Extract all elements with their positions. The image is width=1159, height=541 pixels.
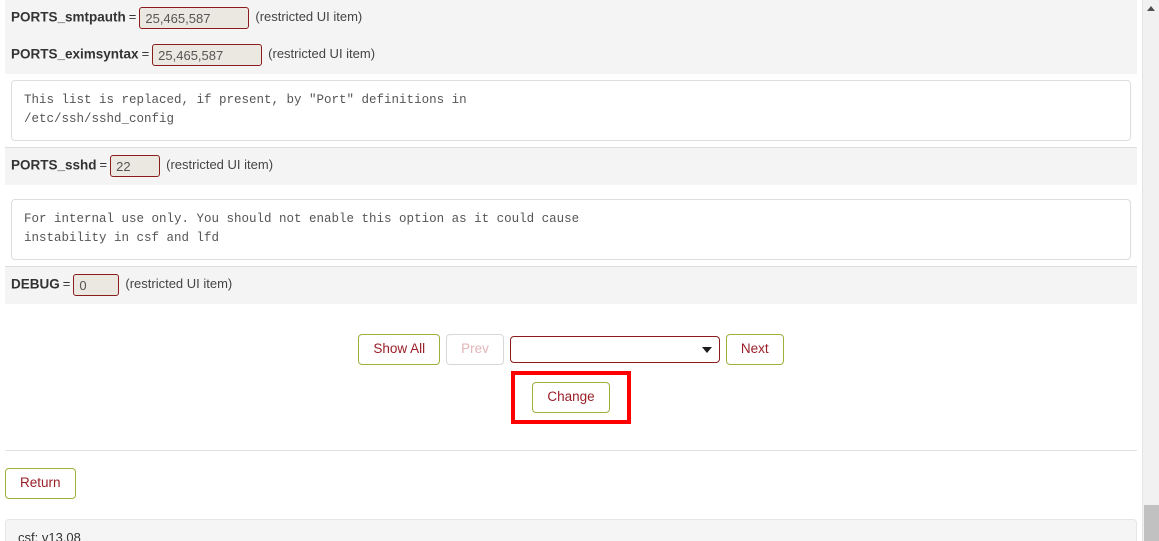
option-equals-sign: =: [62, 276, 71, 292]
option-input-debug[interactable]: [73, 274, 120, 296]
vertical-scrollbar[interactable]: [1142, 0, 1159, 541]
option-input-ports-sshd[interactable]: [110, 155, 161, 177]
version-banner: csf: v13.08: [5, 519, 1137, 541]
option-note-debug: (restricted UI item): [125, 276, 233, 292]
option-row-debug: DEBUG= (restricted UI item): [5, 266, 1137, 304]
next-button[interactable]: Next: [725, 334, 784, 365]
change-button-area: Change: [5, 365, 1137, 424]
option-row-ports-eximsyntax: PORTS_eximsyntax= (restricted UI item): [5, 37, 1137, 74]
option-input-ports-smtpauth[interactable]: [139, 7, 250, 29]
show-all-button[interactable]: Show All: [358, 334, 441, 365]
option-note-ports-sshd: (restricted UI item): [166, 157, 274, 173]
option-label-ports-smtpauth: PORTS_smtpauth: [11, 9, 126, 25]
change-button-holder: Change: [511, 371, 631, 424]
option-equals-sign: =: [99, 157, 108, 173]
description-wrapper-debug: For internal use only. You should not en…: [5, 185, 1137, 266]
option-row-ports-sshd: PORTS_sshd= (restricted UI item): [5, 147, 1137, 185]
page-content: PORTS_smtpauth=(restricted UI item) PORT…: [0, 0, 1142, 541]
scroll-up-arrow-icon[interactable]: [1143, 0, 1159, 16]
pager-toolbar: Show All Prev Next: [5, 304, 1137, 365]
option-label-ports-sshd: PORTS_sshd: [11, 157, 97, 173]
option-equals-sign: =: [141, 46, 150, 62]
csf-configuration-page: PORTS_smtpauth=(restricted UI item) PORT…: [0, 0, 1159, 541]
prev-button[interactable]: Prev: [446, 334, 504, 365]
change-button[interactable]: Change: [532, 382, 610, 413]
page-viewport: PORTS_smtpauth=(restricted UI item) PORT…: [0, 0, 1142, 541]
section-select[interactable]: [509, 336, 720, 363]
return-button-area: Return: [5, 451, 1137, 499]
option-note-ports-smtpauth: (restricted UI item): [255, 9, 363, 25]
option-row-ports-smtpauth: PORTS_smtpauth= (restricted UI item): [5, 0, 1137, 37]
option-note-ports-eximsyntax: (restricted UI item): [268, 46, 376, 62]
option-label-debug: DEBUG: [11, 276, 60, 292]
option-equals-sign: =: [128, 9, 137, 25]
description-wrapper-sshd: This list is replaced, if present, by "P…: [5, 74, 1137, 147]
return-button[interactable]: Return: [5, 468, 76, 499]
section-select-wrapper: [509, 336, 720, 363]
scrollbar-thumb[interactable]: [1144, 505, 1159, 541]
option-description-ports-sshd: This list is replaced, if present, by "P…: [11, 80, 1131, 141]
option-description-debug: For internal use only. You should not en…: [11, 199, 1131, 260]
option-label-ports-eximsyntax: PORTS_eximsyntax: [11, 46, 139, 62]
option-input-ports-eximsyntax[interactable]: [152, 44, 263, 66]
